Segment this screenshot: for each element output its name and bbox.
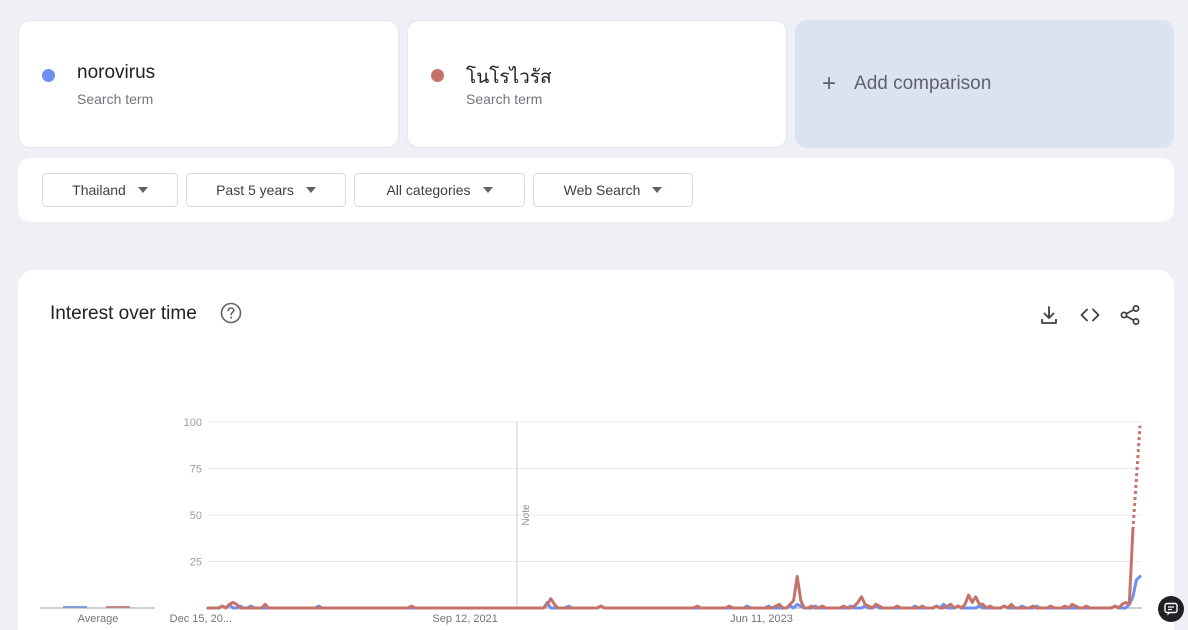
series-line	[206, 574, 1142, 610]
search-type-dropdown[interactable]: Web Search	[533, 173, 693, 207]
region-dropdown[interactable]: Thailand	[42, 173, 178, 207]
region-value: Thailand	[72, 182, 126, 198]
feedback-chat-icon[interactable]	[1158, 596, 1184, 622]
search-term-subtitle: Search term	[77, 91, 154, 107]
y-tick-label: 100	[184, 417, 202, 429]
plus-icon: +	[822, 70, 837, 97]
y-tick-label: 25	[190, 557, 202, 569]
average-label: Average	[78, 613, 119, 625]
search-term-name[interactable]: โนโรไวรัส	[466, 62, 552, 92]
add-comparison-button[interactable]: + Add comparison	[795, 20, 1174, 148]
x-tick-label: Dec 15, 20...	[170, 613, 232, 625]
caret-down-icon	[652, 187, 663, 193]
interest-over-time-card: Interest over time 100 75 50 25 Note Averag…	[18, 270, 1174, 630]
y-tick-label: 75	[190, 464, 202, 476]
y-tick-label: 50	[190, 510, 202, 522]
category-dropdown[interactable]: All categories	[354, 173, 525, 207]
x-tick-label: Jun 11, 2023	[730, 613, 793, 625]
series-color-dot	[42, 69, 55, 82]
note-annotation[interactable]: Note	[521, 504, 532, 526]
search-term-name[interactable]: norovirus	[77, 62, 155, 84]
caret-down-icon	[137, 187, 148, 193]
search-term-card-1[interactable]: norovirus Search term	[18, 20, 399, 148]
add-comparison-label: Add comparison	[854, 73, 992, 94]
search-type-value: Web Search	[563, 182, 641, 198]
series-color-dot	[431, 69, 444, 82]
series-line	[206, 528, 1135, 610]
x-tick-label: Sep 12, 2021	[432, 613, 497, 625]
search-term-card-2[interactable]: โนโรไวรัส Search term	[407, 20, 787, 148]
caret-down-icon	[305, 187, 316, 193]
search-term-subtitle: Search term	[466, 91, 543, 107]
interest-chart: 100 75 50 25 Note Average Dec 15, 20... Sep …	[40, 417, 1142, 625]
filter-bar: Thailand Past 5 years All categories Web…	[18, 158, 1174, 222]
category-value: All categories	[386, 182, 471, 198]
caret-down-icon	[482, 187, 493, 193]
series-partial-line	[1131, 425, 1142, 531]
time-range-value: Past 5 years	[216, 182, 294, 198]
time-range-dropdown[interactable]: Past 5 years	[186, 173, 346, 207]
